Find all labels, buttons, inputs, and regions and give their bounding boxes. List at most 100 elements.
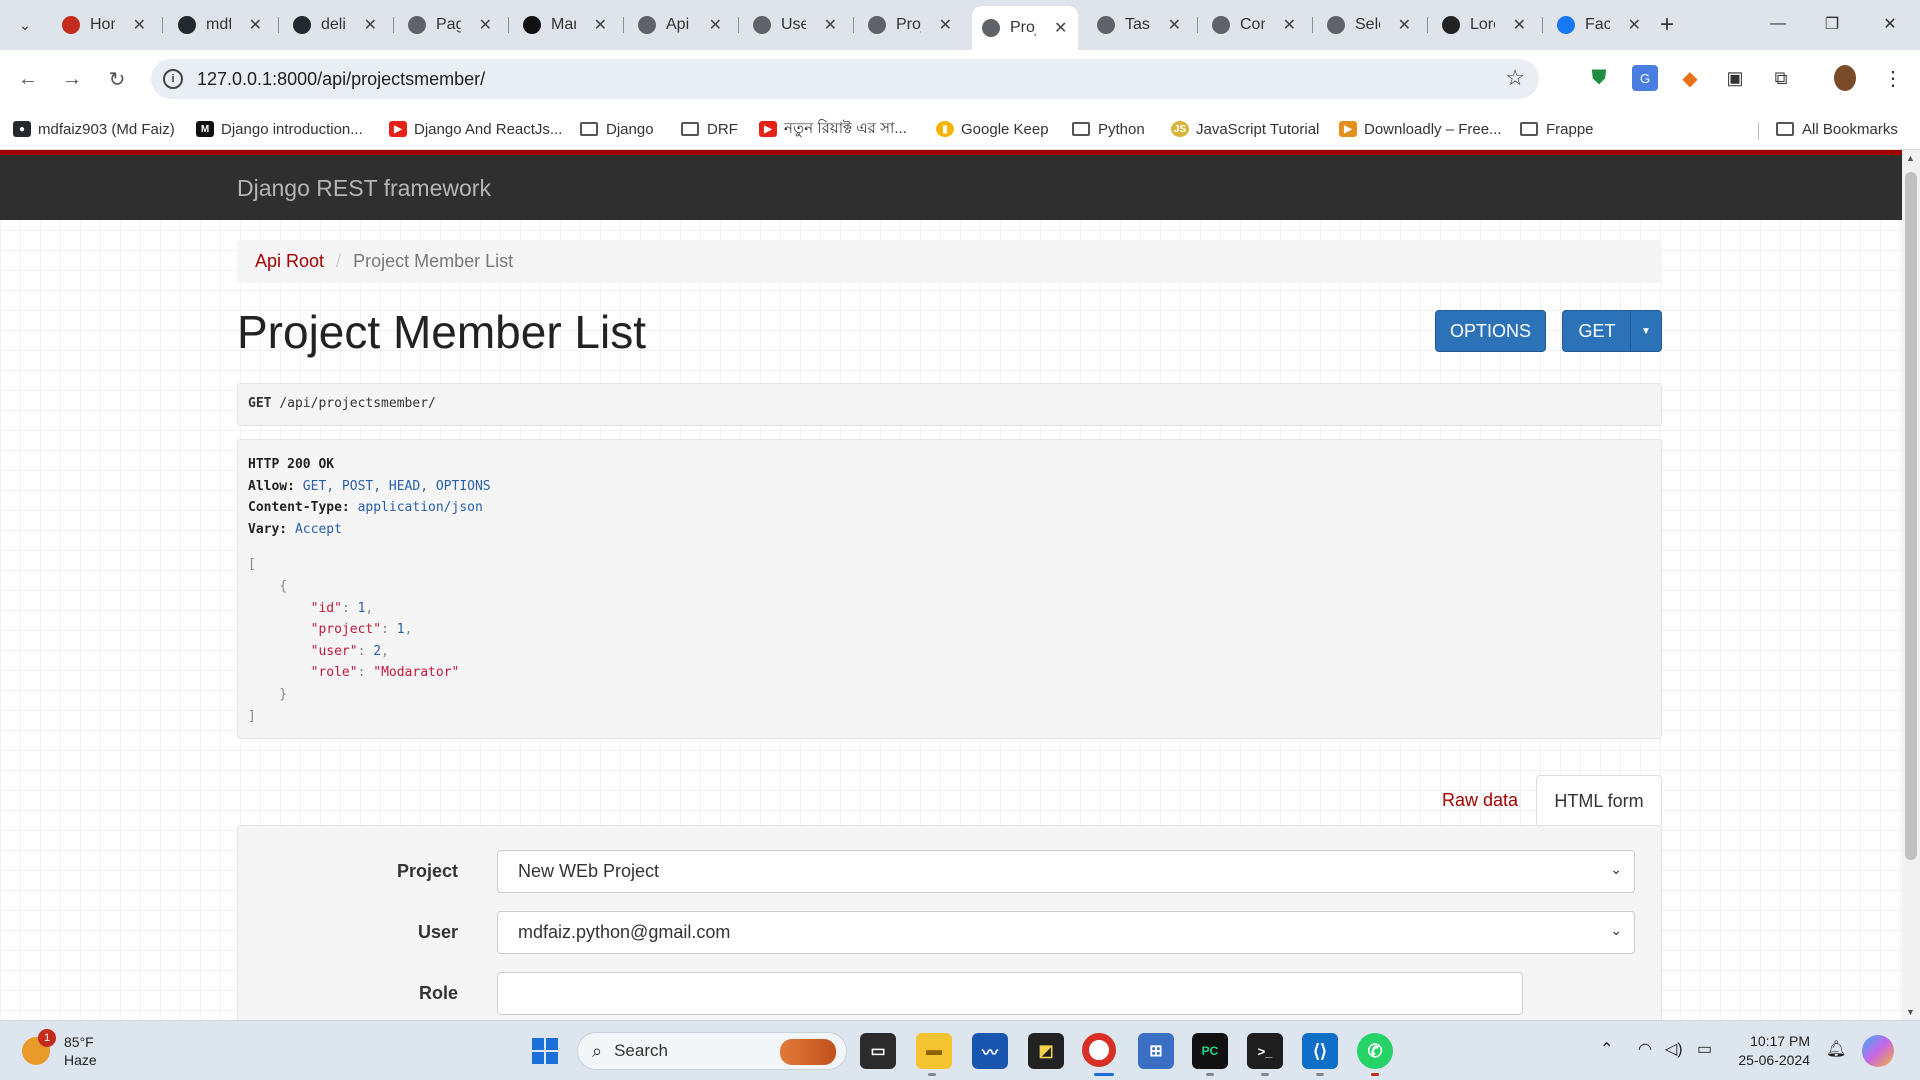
browser-tab[interactable]: Con ✕ (1202, 9, 1306, 41)
scrollbar-thumb[interactable] (1905, 172, 1917, 860)
close-tab-icon[interactable]: ✕ (479, 15, 492, 35)
picture-in-picture-icon[interactable]: ▣ (1722, 65, 1748, 91)
get-format-dropdown-caret-icon[interactable]: ▼ (1630, 310, 1662, 352)
bookmark-item[interactable]: Frappe (1520, 117, 1594, 141)
address-bar[interactable]: i 127.0.0.1:8000/api/projectsmember/ ☆ (151, 59, 1539, 99)
notification-bell-icon[interactable]: 🔔︎ (1826, 1039, 1846, 1059)
browser-tab[interactable]: Sele ✕ (1317, 9, 1421, 41)
close-tab-icon[interactable]: ✕ (1054, 18, 1067, 38)
browser-tab[interactable]: Hon ✕ (52, 9, 156, 41)
browser-tab[interactable]: Proj ✕ (858, 9, 962, 41)
close-tab-icon[interactable]: ✕ (1283, 15, 1296, 35)
battery-icon[interactable]: ▭ (1697, 1039, 1712, 1059)
system-clock[interactable]: 10:17 PM 25-06-2024 (1734, 1032, 1810, 1070)
close-tab-icon[interactable]: ✕ (939, 15, 952, 35)
browser-tab[interactable]: Task ✕ (1087, 9, 1191, 41)
minimize-button[interactable]: — (1758, 8, 1798, 40)
close-window-button[interactable]: ✕ (1870, 8, 1910, 40)
weather-condition: Haze (64, 1052, 97, 1068)
brand-link[interactable]: Django REST framework (237, 175, 491, 202)
browser-tab[interactable]: Proj ✕ (972, 6, 1078, 50)
close-tab-icon[interactable]: ✕ (594, 15, 607, 35)
browser-tab[interactable]: Use ✕ (743, 9, 847, 41)
bookmark-item[interactable]: ▶ Django And ReactJs... (389, 117, 562, 141)
bookmark-item[interactable]: ● mdfaiz903 (Md Faiz) (13, 117, 175, 141)
pycharm-icon[interactable]: PC (1192, 1033, 1228, 1069)
copilot-icon[interactable] (1862, 1035, 1894, 1067)
close-tab-icon[interactable]: ✕ (364, 15, 377, 35)
json-close-brace: } (248, 686, 288, 702)
bookmark-item[interactable]: DRF (681, 117, 738, 141)
get-button[interactable]: GET (1562, 310, 1632, 352)
color-extension-icon[interactable]: ◆ (1677, 65, 1703, 91)
user-select[interactable]: mdfaiz.python@gmail.com ⌄ (497, 911, 1635, 954)
bookmark-item[interactable]: M Django introduction... (196, 117, 363, 141)
taskbar-search[interactable]: ⌕ Search (577, 1032, 847, 1070)
file-explorer-icon[interactable]: ▬ (916, 1033, 952, 1069)
bookmark-item[interactable]: ▶ Downloadly – Free... (1339, 117, 1502, 141)
extensions-puzzle-icon[interactable]: ⧉ (1768, 65, 1794, 91)
breadcrumb-api-root-link[interactable]: Api Root (255, 251, 324, 272)
options-button[interactable]: OPTIONS (1435, 310, 1546, 352)
browser-tab[interactable]: Lore ✕ (1432, 9, 1536, 41)
close-tab-icon[interactable]: ✕ (1628, 15, 1641, 35)
whatsapp-icon[interactable]: ✆ (1357, 1033, 1393, 1069)
windows-start-icon[interactable] (527, 1033, 563, 1069)
header-key: Allow: (248, 478, 295, 494)
all-bookmarks-button[interactable]: All Bookmarks (1776, 117, 1898, 141)
browser-tab[interactable]: deli ✕ (283, 9, 387, 41)
volume-icon[interactable]: ◁) (1665, 1039, 1683, 1059)
bookmark-item[interactable]: Django (580, 117, 654, 141)
close-tab-icon[interactable]: ✕ (1168, 15, 1181, 35)
browser-tab[interactable]: mdf ✕ (168, 9, 272, 41)
shield-extension-icon[interactable]: ⛊ (1586, 65, 1612, 91)
bookmark-label: Django introduction... (221, 120, 363, 138)
browser-tab[interactable]: Mar ✕ (513, 9, 617, 41)
new-tab-button[interactable]: + (1652, 10, 1682, 40)
browser-tab[interactable]: Api ✕ (628, 9, 732, 41)
restore-button[interactable]: ❐ (1812, 8, 1852, 40)
tab-raw-data[interactable]: Raw data (1424, 775, 1536, 826)
role-input[interactable] (497, 972, 1523, 1015)
forward-arrow-icon[interactable]: → (56, 63, 88, 95)
terminal-icon[interactable]: >_ (1247, 1033, 1283, 1069)
close-tab-icon[interactable]: ✕ (1398, 15, 1411, 35)
close-tab-icon[interactable]: ✕ (709, 15, 722, 35)
scroll-up-arrow-icon[interactable]: ▲ (1906, 153, 1915, 163)
task-view-icon[interactable]: ▭ (860, 1033, 896, 1069)
whiteboard-icon[interactable]: 〰 (972, 1033, 1008, 1069)
site-info-icon[interactable]: i (163, 69, 183, 89)
sticky-notes-icon[interactable]: ◩ (1028, 1033, 1064, 1069)
scroll-down-arrow-icon[interactable]: ▼ (1906, 1007, 1915, 1017)
bookmark-item[interactable]: JS JavaScript Tutorial (1171, 117, 1319, 141)
vscode-icon[interactable]: ⟨⟩ (1302, 1033, 1338, 1069)
browser-tab[interactable]: Face ✕ (1547, 9, 1651, 41)
weather-widget[interactable]: 1 85°F Haze (22, 1029, 97, 1073)
remote-desktop-icon[interactable]: ⊞ (1138, 1033, 1174, 1069)
wifi-icon[interactable]: ◠ (1638, 1039, 1652, 1059)
back-arrow-icon[interactable]: ← (12, 63, 44, 95)
tab-html-form[interactable]: HTML form (1536, 775, 1662, 826)
close-tab-icon[interactable]: ✕ (249, 15, 262, 35)
bookmark-item[interactable]: ▶ নতুন রিয়াক্ট এর সা... (759, 117, 907, 141)
browser-tab[interactable]: Pag ✕ (398, 9, 502, 41)
tab-search-chevron-icon[interactable]: ⌄ (10, 10, 40, 40)
translate-extension-icon[interactable]: G (1632, 65, 1658, 91)
close-tab-icon[interactable]: ✕ (824, 15, 837, 35)
chrome-icon[interactable] (1082, 1033, 1116, 1067)
close-tab-icon[interactable]: ✕ (1513, 15, 1526, 35)
project-select[interactable]: New WEb Project ⌄ (497, 850, 1635, 893)
globe-icon (868, 16, 886, 34)
page-scrollbar[interactable]: ▲ ▼ (1902, 150, 1920, 1020)
bookmark-label: Django (606, 120, 654, 138)
profile-avatar[interactable] (1834, 65, 1856, 91)
reload-icon[interactable]: ↻ (101, 63, 133, 95)
menu-kebab-icon[interactable]: ⋮ (1880, 65, 1906, 91)
close-tab-icon[interactable]: ✕ (133, 15, 146, 35)
bookmark-item[interactable]: Python (1072, 117, 1145, 141)
bookmark-star-icon[interactable]: ☆ (1505, 65, 1525, 91)
url-text[interactable]: 127.0.0.1:8000/api/projectsmember/ (197, 69, 485, 90)
show-hidden-icons-chevron-icon[interactable]: ⌃ (1600, 1039, 1613, 1059)
globe-icon (638, 16, 656, 34)
bookmark-item[interactable]: ▮ Google Keep (936, 117, 1049, 141)
